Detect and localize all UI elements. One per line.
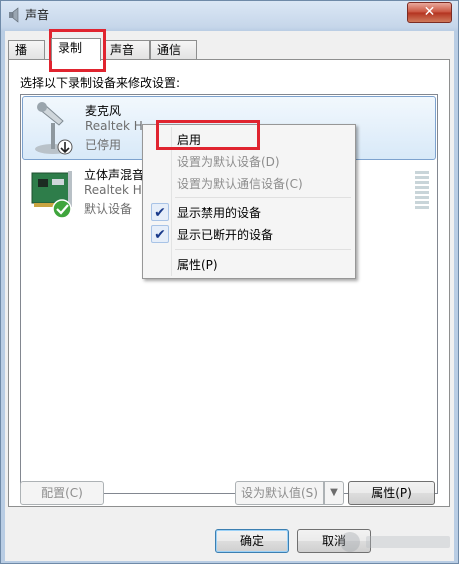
- device-status: 默认设备: [84, 202, 133, 216]
- ok-button[interactable]: 确定: [215, 529, 289, 553]
- set-default-dropdown-arrow[interactable]: ▼: [324, 481, 344, 505]
- dialog-client-area: 播放 录制 声音 通信 选择以下录制设备来修改设置: 麦克风: [5, 31, 454, 561]
- window-title: 声音: [25, 8, 50, 22]
- menu-separator: [175, 249, 351, 250]
- checkmark-icon: ✔: [151, 203, 169, 221]
- menu-item-show-disabled[interactable]: ✔ 显示禁用的设备: [145, 201, 353, 223]
- device-name: 立体声混音: [84, 168, 145, 182]
- close-button[interactable]: ✕: [407, 2, 452, 23]
- microphone-icon: [35, 102, 73, 155]
- device-driver: Realtek H: [85, 119, 143, 133]
- menu-item-properties[interactable]: 属性(P): [145, 253, 353, 275]
- tab-sounds[interactable]: 声音: [103, 40, 150, 59]
- sound-dialog: 声音 ✕ 播放 录制 声音 通信 选择以下录制设备来修改设置:: [0, 0, 459, 564]
- tab-recording[interactable]: 录制: [51, 38, 101, 61]
- menu-item-label: 属性(P): [177, 258, 218, 272]
- highlight-box-enable: [156, 120, 260, 150]
- sound-card-icon: [31, 171, 72, 219]
- title-bar[interactable]: 声音 ✕: [1, 1, 458, 27]
- menu-item-show-disconnected[interactable]: ✔ 显示已断开的设备: [145, 223, 353, 245]
- tab-communications[interactable]: 通信: [150, 40, 197, 59]
- set-default-button[interactable]: 设为默认值(S): [235, 481, 324, 505]
- speaker-icon: [9, 7, 19, 23]
- instruction-text: 选择以下录制设备来修改设置:: [20, 76, 181, 90]
- menu-item-label: 显示禁用的设备: [177, 206, 262, 220]
- menu-item-label: 设置为默认设备(D): [177, 155, 280, 169]
- tab-playback[interactable]: 播放: [8, 40, 45, 76]
- device-name: 麦克风: [85, 104, 122, 118]
- menu-item-label: 设置为默认通信设备(C): [177, 177, 303, 191]
- configure-button[interactable]: 配置(C): [20, 481, 104, 505]
- properties-button[interactable]: 属性(P): [348, 481, 435, 505]
- level-meter: [415, 171, 429, 211]
- menu-item-set-default[interactable]: 设置为默认设备(D): [145, 150, 353, 172]
- menu-item-label: 显示已断开的设备: [177, 228, 274, 242]
- device-driver: Realtek H: [84, 183, 142, 197]
- watermark-logo: [340, 532, 450, 552]
- checkmark-icon: ✔: [151, 225, 169, 243]
- menu-item-set-default-comm[interactable]: 设置为默认通信设备(C): [145, 172, 353, 194]
- menu-separator: [175, 197, 351, 198]
- device-status: 已停用: [85, 138, 122, 152]
